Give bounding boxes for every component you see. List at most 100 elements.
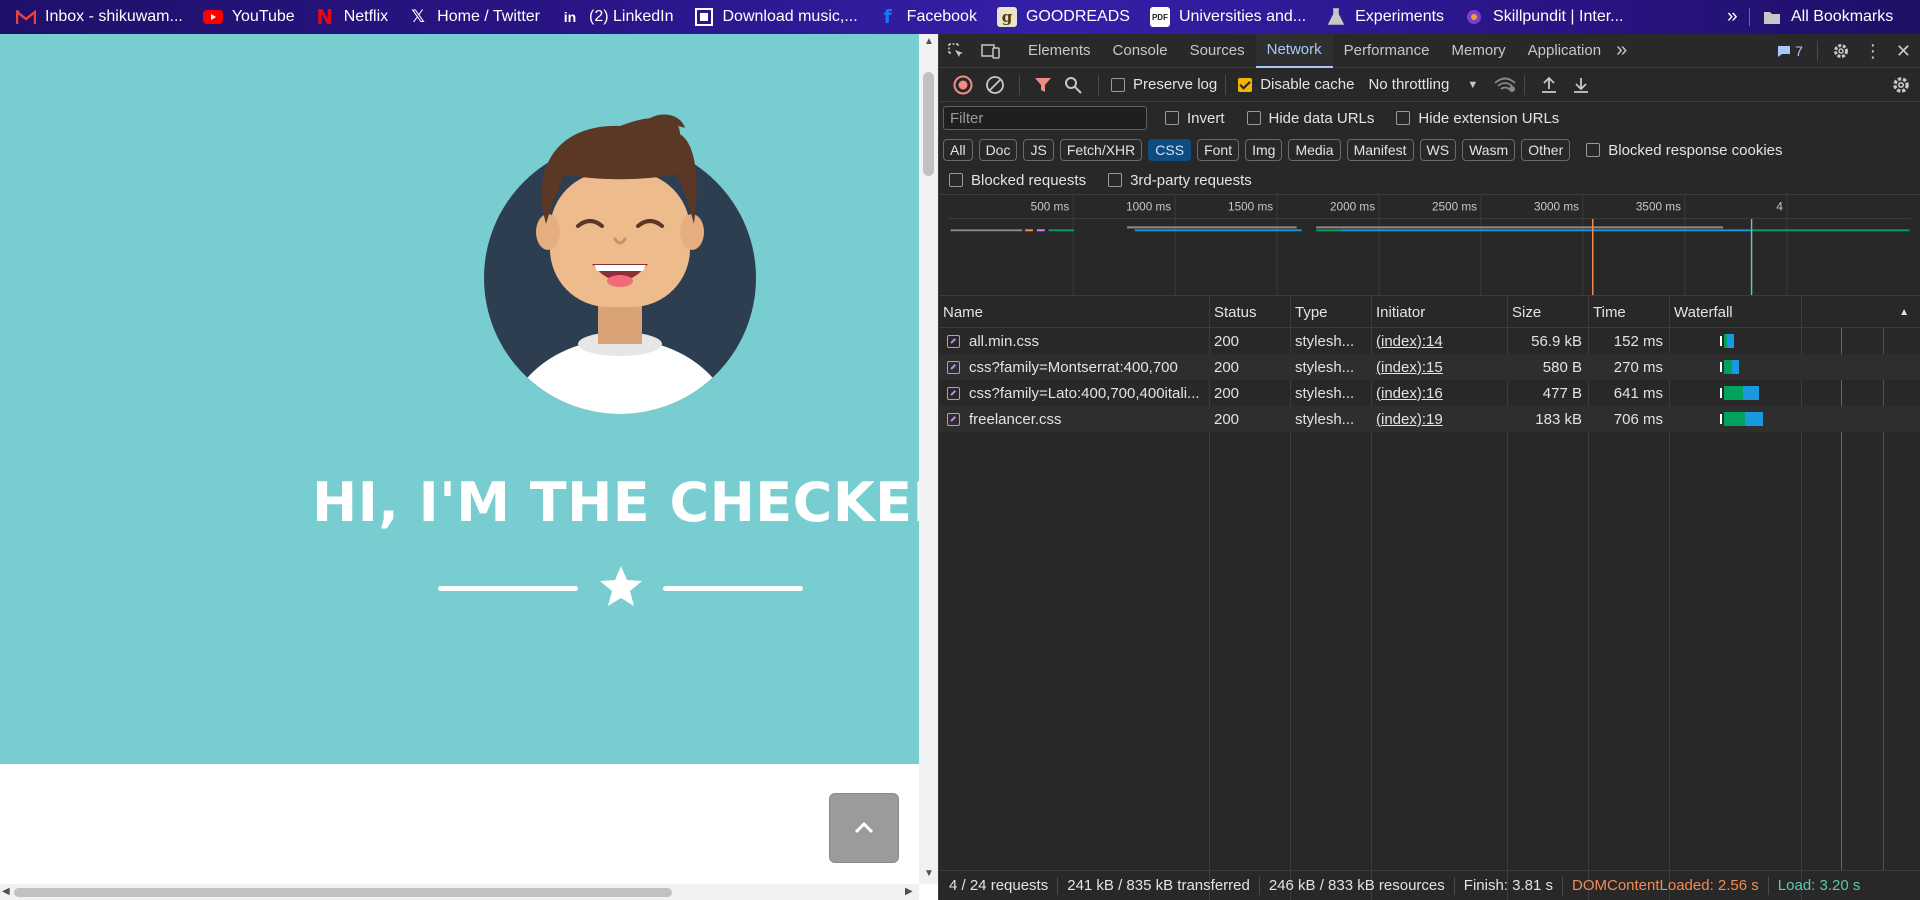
column-header-time[interactable]: Time [1589,296,1669,328]
x-icon: 𝕏 [411,7,425,27]
inspect-element-icon[interactable] [947,42,965,60]
bookmark-netflix[interactable]: N Netflix [315,0,388,34]
type-filter-fetch-xhr[interactable]: Fetch/XHR [1059,139,1143,161]
bookmark-label: Facebook [906,8,977,25]
type-filter-all[interactable]: All [943,139,973,161]
network-overview-timeline[interactable]: 500 ms 1000 ms 1500 ms 2000 ms 2500 ms 3000 m… [939,194,1920,296]
blocked-response-cookies-checkbox[interactable] [1586,143,1601,157]
bookmark-goodreads[interactable]: g GOODREADS [996,0,1130,34]
bookmark-gmail[interactable]: Inbox - shikuwam... [16,0,183,34]
bookmark-facebook[interactable]: f Facebook [878,0,977,34]
request-type: stylesh... [1295,384,1355,402]
hero-section: HI, I'M THE CHECKER! [0,34,938,764]
column-header-waterfall[interactable]: Waterfall ▲ [1670,296,1920,328]
bookmark-twitter[interactable]: 𝕏 Home / Twitter [408,0,540,34]
goodreads-icon: g [996,7,1017,27]
invert-checkbox[interactable] [1165,111,1179,125]
scroll-right-arrow[interactable]: ▶ [905,886,913,897]
all-bookmarks-button[interactable]: All Bookmarks [1763,0,1893,34]
tab-network[interactable]: Network [1255,33,1333,68]
close-icon[interactable]: ✕ [1896,41,1911,62]
filter-funnel-icon[interactable] [1034,76,1052,94]
request-row[interactable]: freelancer.css 200 stylesh... (index):19… [939,406,1920,432]
request-row[interactable]: css?family=Montserrat:400,700 200 styles… [939,354,1920,380]
hide-data-urls-checkbox[interactable] [1246,111,1261,125]
record-stop-icon[interactable] [953,75,973,95]
type-filter-manifest[interactable]: Manifest [1346,139,1414,161]
timeline-tick-label: 2000 ms [1330,201,1375,214]
device-toolbar-icon[interactable] [981,42,1001,60]
type-filter-font[interactable]: Font [1197,139,1240,161]
network-settings-icon[interactable] [1891,75,1911,95]
network-conditions-icon[interactable] [1494,77,1516,93]
vertical-scrollbar[interactable]: ▲ ▼ [919,34,938,884]
issues-badge[interactable]: 7 [1777,43,1803,59]
request-initiator-link[interactable]: (index):19 [1372,406,1507,432]
request-initiator-link[interactable]: (index):14 [1372,328,1507,354]
horizontal-scrollbar[interactable]: ◀ ▶ [0,884,919,900]
timeline-tick-label: 500 ms [1031,201,1070,214]
request-size: 56.9 kB [1531,332,1582,350]
type-filter-media[interactable]: Media [1288,139,1341,161]
kebab-menu-icon[interactable]: ⋮ [1864,41,1882,62]
tab-application[interactable]: Application [1517,34,1612,68]
throttling-select[interactable]: No throttling ▼ [1368,76,1478,93]
bookmark-universities[interactable]: PDF Universities and... [1149,0,1306,34]
request-row[interactable]: all.min.css 200 stylesh... (index):14 56… [939,328,1920,354]
vertical-scrollbar-thumb[interactable] [923,72,934,176]
bookmark-youtube[interactable]: YouTube [202,0,295,34]
waterfall-queue-tick [1720,336,1722,346]
summary-finish: Finish: 3.81 s [1463,877,1553,894]
import-har-icon[interactable] [1541,76,1557,94]
type-filter-doc[interactable]: Doc [978,139,1018,161]
bookmark-skillpundit[interactable]: Skillpundit | Inter... [1464,0,1624,34]
bookmark-download-music[interactable]: Download music,... [694,0,858,34]
tab-elements[interactable]: Elements [1017,34,1102,68]
throttling-value: No throttling [1368,76,1450,93]
type-filter-img[interactable]: Img [1245,139,1283,161]
blocked-requests-checkbox[interactable] [949,173,963,187]
horizontal-scrollbar-thumb[interactable] [14,888,672,897]
type-filter-js[interactable]: JS [1023,139,1054,161]
request-initiator-link[interactable]: (index):16 [1372,380,1507,406]
waterfall-queue-tick [1720,414,1722,424]
more-tabs-icon[interactable]: » [1616,39,1627,62]
tab-console[interactable]: Console [1102,34,1179,68]
column-header-name[interactable]: Name [939,296,1209,328]
request-name: css?family=Montserrat:400,700 [969,358,1178,376]
tab-memory[interactable]: Memory [1441,34,1517,68]
hide-extension-urls-checkbox[interactable] [1396,111,1411,125]
column-header-status[interactable]: Status [1210,296,1290,328]
scroll-up-arrow[interactable]: ▲ [924,36,934,47]
settings-gear-icon[interactable] [1832,42,1850,60]
preserve-log-checkbox[interactable] [1111,77,1125,92]
type-filter-other[interactable]: Other [1521,139,1571,161]
waterfall-download-segment [1743,386,1760,400]
search-icon[interactable] [1064,76,1082,94]
filter-input[interactable] [943,106,1147,130]
scroll-to-top-button[interactable] [829,793,899,863]
export-har-icon[interactable] [1573,76,1589,94]
column-header-initiator[interactable]: Initiator [1372,296,1507,328]
bookmarks-overflow-button[interactable]: » [1727,0,1738,34]
tab-performance[interactable]: Performance [1333,34,1441,68]
disable-cache-checkbox[interactable] [1238,77,1253,92]
music-icon [694,7,714,27]
type-filter-css[interactable]: CSS [1148,139,1192,161]
request-initiator-link[interactable]: (index):15 [1372,354,1507,380]
type-filter-wasm[interactable]: Wasm [1462,139,1516,161]
bookmark-linkedin[interactable]: in (2) LinkedIn [560,0,674,34]
column-header-type[interactable]: Type [1291,296,1371,328]
request-waterfall-bar [1670,406,1920,432]
issues-count: 7 [1795,43,1803,59]
column-header-size[interactable]: Size [1508,296,1588,328]
scroll-left-arrow[interactable]: ◀ [2,886,10,897]
type-filter-ws[interactable]: WS [1419,139,1457,161]
bookmark-experiments[interactable]: Experiments [1326,0,1444,34]
tab-sources[interactable]: Sources [1179,34,1256,68]
request-row[interactable]: css?family=Lato:400,700,400itali... 200 … [939,380,1920,406]
scroll-down-arrow[interactable]: ▼ [924,868,934,879]
clear-icon[interactable] [985,75,1005,95]
netflix-icon: N [316,5,334,29]
third-party-requests-checkbox[interactable] [1108,173,1123,187]
